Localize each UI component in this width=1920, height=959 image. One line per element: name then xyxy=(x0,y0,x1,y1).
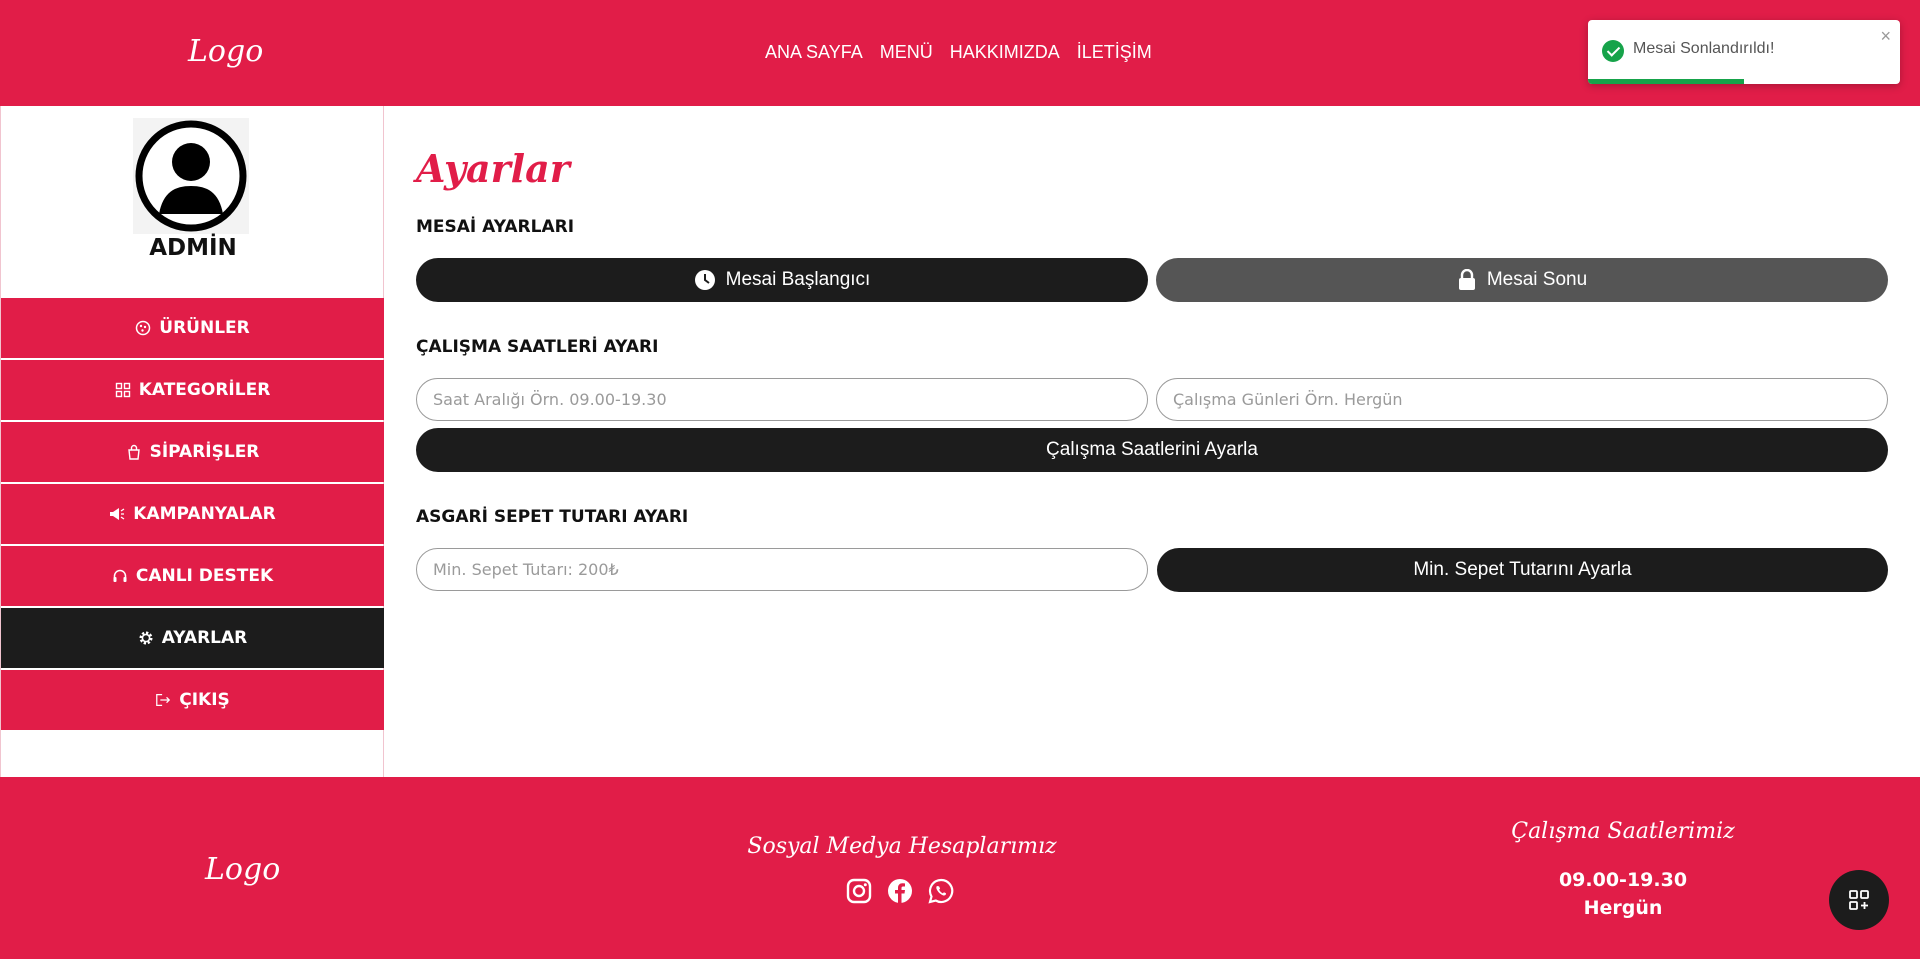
pizza-icon xyxy=(135,320,151,336)
sidebar-item-label: ÇIKIŞ xyxy=(179,690,230,710)
social-title: Sosyal Medya Hesaplarımız xyxy=(747,834,1057,859)
page-title: Ayarlar xyxy=(416,146,570,191)
sidebar-item-settings[interactable]: AYARLAR xyxy=(1,608,384,668)
avatar xyxy=(133,118,249,234)
gear-icon xyxy=(138,630,154,646)
shift-start-label: Mesai Başlangıcı xyxy=(725,269,871,290)
sidebar-item-label: SİPARİŞLER xyxy=(149,442,260,462)
shift-end-button[interactable]: Mesai Sonu xyxy=(1156,258,1888,302)
shift-end-label: Mesai Sonu xyxy=(1486,269,1588,290)
set-min-basket-label: Min. Sepet Tutarını Ayarla xyxy=(1413,559,1632,580)
admin-sidebar: ADMİN ÜRÜNLER KATEGORİLER SİPARİŞLER KAM… xyxy=(0,106,384,777)
sidebar-item-label: KAMPANYALAR xyxy=(133,504,276,524)
grid-add-icon xyxy=(1849,890,1869,910)
footer-logo[interactable]: Logo xyxy=(205,852,280,887)
sidebar-item-live-support[interactable]: CANLI DESTEK xyxy=(1,546,384,606)
nav-menu[interactable]: MENÜ xyxy=(880,42,933,63)
toast-close-icon[interactable]: × xyxy=(1880,26,1891,47)
working-hours-footer-title: Çalışma Saatlerimiz xyxy=(1511,819,1735,844)
main-nav: ANA SAYFA MENÜ HAKKIMIZDA İLETİŞİM xyxy=(765,42,1152,63)
shopping-bag-icon xyxy=(126,444,142,460)
set-working-hours-label: Çalışma Saatlerini Ayarla xyxy=(1046,439,1258,460)
toast-message: Mesai Sonlandırıldı! xyxy=(1633,40,1775,57)
sidebar-item-label: CANLI DESTEK xyxy=(135,566,274,586)
clock-icon xyxy=(694,270,715,290)
sidebar-item-label: AYARLAR xyxy=(161,628,248,648)
sidebar-item-label: KATEGORİLER xyxy=(138,380,271,400)
site-footer: Logo Sosyal Medya Hesaplarımız Çalışma S… xyxy=(0,777,1920,959)
admin-name: ADMİN xyxy=(149,235,237,261)
nav-home[interactable]: ANA SAYFA xyxy=(765,42,863,63)
instagram-icon[interactable] xyxy=(846,878,872,904)
shift-settings-title: MESAİ AYARLARI xyxy=(416,217,575,237)
working-hours-title: ÇALIŞMA SAATLERİ AYARI xyxy=(416,337,659,357)
sidebar-item-label: ÜRÜNLER xyxy=(159,318,250,338)
min-basket-input[interactable] xyxy=(416,548,1148,591)
grid-icon xyxy=(115,382,131,398)
sidebar-item-products[interactable]: ÜRÜNLER xyxy=(1,298,384,358)
whatsapp-icon[interactable] xyxy=(928,878,954,904)
sidebar-menu: ÜRÜNLER KATEGORİLER SİPARİŞLER KAMPANYAL… xyxy=(1,298,384,732)
set-min-basket-button[interactable]: Min. Sepet Tutarını Ayarla xyxy=(1157,548,1888,592)
shift-start-button[interactable]: Mesai Başlangıcı xyxy=(416,258,1148,302)
toast-progress-bar xyxy=(1588,79,1744,84)
min-basket-title: ASGARİ SEPET TUTARI AYARI xyxy=(416,507,689,527)
social-icons xyxy=(846,878,954,904)
user-avatar-icon xyxy=(135,120,247,232)
megaphone-icon xyxy=(109,506,125,522)
lock-icon xyxy=(1458,269,1475,290)
sidebar-item-campaigns[interactable]: KAMPANYALAR xyxy=(1,484,384,544)
hour-range-input[interactable] xyxy=(416,378,1148,421)
working-days-value: Hergün xyxy=(1583,897,1663,919)
nav-contact[interactable]: İLETİŞİM xyxy=(1077,42,1152,63)
nav-about[interactable]: HAKKIMIZDA xyxy=(950,42,1060,63)
facebook-icon[interactable] xyxy=(887,878,913,904)
sidebar-item-logout[interactable]: ÇIKIŞ xyxy=(1,670,384,730)
headset-icon xyxy=(112,568,128,584)
logout-icon xyxy=(155,692,171,708)
working-days-input[interactable] xyxy=(1156,378,1888,421)
toast-notification: Mesai Sonlandırıldı! × xyxy=(1588,20,1900,84)
set-working-hours-button[interactable]: Çalışma Saatlerini Ayarla xyxy=(416,428,1888,472)
working-hours-value: 09.00-19.30 xyxy=(1558,869,1688,891)
sidebar-item-orders[interactable]: SİPARİŞLER xyxy=(1,422,384,482)
sidebar-item-categories[interactable]: KATEGORİLER xyxy=(1,360,384,420)
floating-action-button[interactable] xyxy=(1829,870,1889,930)
header-logo[interactable]: Logo xyxy=(188,34,263,69)
success-check-icon xyxy=(1602,40,1624,62)
